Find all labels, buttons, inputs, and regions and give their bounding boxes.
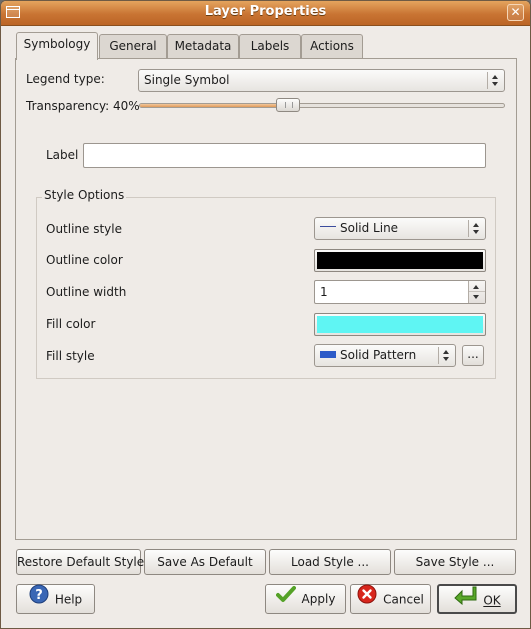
outline-style-value: Solid Line xyxy=(340,221,399,235)
cancel-button[interactable]: Cancel xyxy=(350,584,431,614)
checkmark-icon xyxy=(275,585,296,613)
fill-color-button[interactable] xyxy=(314,313,486,336)
fill-style-more-button[interactable]: ... xyxy=(462,345,484,366)
fill-style-select[interactable]: Solid Pattern xyxy=(314,344,456,367)
ok-button[interactable]: OK xyxy=(437,584,517,614)
outline-width-value: 1 xyxy=(320,285,328,299)
outline-width-label: Outline width xyxy=(46,285,127,299)
tab-general[interactable]: General xyxy=(99,34,167,58)
window-title: Layer Properties xyxy=(204,4,327,19)
legend-type-label: Legend type: xyxy=(26,72,105,86)
enter-arrow-icon xyxy=(453,585,477,615)
close-window-button[interactable]: ✕ xyxy=(507,4,524,21)
transparency-slider-fill xyxy=(140,104,289,107)
outline-color-swatch xyxy=(317,252,483,269)
outline-style-label: Outline style xyxy=(46,222,123,236)
fill-color-swatch xyxy=(317,316,483,333)
cancel-icon xyxy=(357,584,377,614)
transparency-slider[interactable] xyxy=(139,103,505,108)
legend-type-value: Single Symbol xyxy=(144,73,230,87)
transparency-label: Transparency: 40% xyxy=(26,99,140,113)
label-field-label: Label xyxy=(46,148,79,162)
style-options-title: Style Options xyxy=(42,188,127,202)
legend-type-select[interactable]: Single Symbol xyxy=(138,69,505,92)
ok-label: OK xyxy=(483,593,501,608)
help-label: Help xyxy=(54,592,83,607)
outline-width-spinbox[interactable]: 1 xyxy=(314,280,486,304)
layer-properties-window: Layer Properties ✕ Symbology General Met… xyxy=(0,0,531,629)
transparency-slider-handle[interactable] xyxy=(276,98,300,112)
outline-color-label: Outline color xyxy=(46,253,123,267)
fill-color-label: Fill color xyxy=(46,317,96,331)
solid-pattern-icon xyxy=(320,351,336,358)
tab-metadata[interactable]: Metadata xyxy=(167,34,239,58)
solid-line-icon xyxy=(320,226,336,227)
apply-button[interactable]: Apply xyxy=(265,584,346,614)
restore-default-style-button[interactable]: Restore Default Style xyxy=(16,549,144,575)
spin-arrows-icon[interactable] xyxy=(468,281,485,303)
select-arrows-icon xyxy=(468,220,483,237)
label-input[interactable] xyxy=(83,143,486,168)
svg-text:?: ? xyxy=(35,588,43,603)
load-style-button[interactable]: Load Style ... xyxy=(269,549,391,575)
outline-color-button[interactable] xyxy=(314,249,486,272)
fill-style-value: Solid Pattern xyxy=(340,348,417,362)
select-arrows-icon xyxy=(438,347,453,364)
save-style-button[interactable]: Save Style ... xyxy=(394,549,516,575)
tab-labels[interactable]: Labels xyxy=(239,34,301,58)
help-icon: ? xyxy=(29,584,49,614)
tab-actions[interactable]: Actions xyxy=(301,34,363,58)
select-arrows-icon xyxy=(487,72,502,89)
cancel-label: Cancel xyxy=(383,592,424,607)
outline-style-select[interactable]: Solid Line xyxy=(314,217,486,240)
apply-label: Apply xyxy=(301,592,336,606)
title-bar: Layer Properties ✕ xyxy=(1,1,530,26)
save-as-default-button[interactable]: Save As Default xyxy=(144,549,266,575)
fill-style-label: Fill style xyxy=(46,349,95,363)
tab-symbology[interactable]: Symbology xyxy=(16,32,98,60)
help-button[interactable]: ? Help xyxy=(16,584,95,614)
